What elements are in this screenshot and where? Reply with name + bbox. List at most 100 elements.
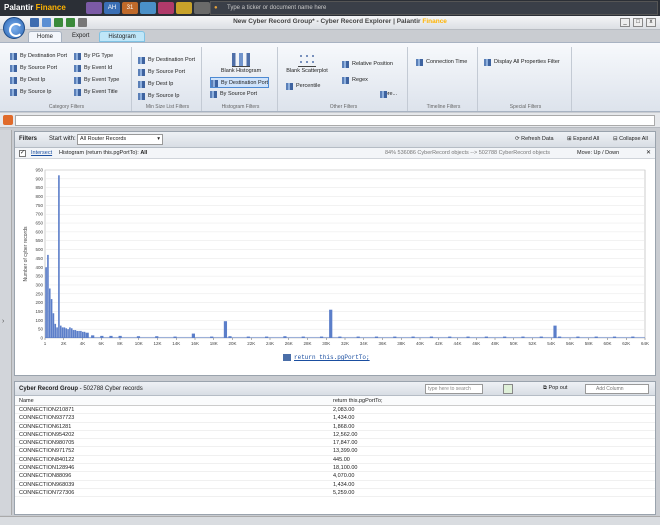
ribbon-tabs: Home Export Histogram bbox=[28, 31, 145, 42]
grid-rows: CONNECTION210871 2,083.00 CONNECTION937723… bbox=[15, 406, 655, 498]
collapse-all-button[interactable]: ⊟ Collapse All bbox=[613, 136, 648, 142]
blank-scatterplot-button[interactable]: Blank Scatterplot bbox=[284, 53, 330, 75]
table-row[interactable]: CONNECTION61281 1,868.00 bbox=[15, 423, 655, 431]
x-tick-label: 20K bbox=[228, 341, 236, 346]
histogram-bar bbox=[74, 330, 77, 338]
more-filters-button[interactable]: More... bbox=[380, 89, 397, 100]
table-row[interactable]: CONNECTION954202 12,562.00 bbox=[15, 431, 655, 440]
y-tick-label: 800 bbox=[35, 194, 43, 199]
close-button[interactable]: x bbox=[646, 18, 656, 27]
app-icon[interactable] bbox=[158, 2, 174, 14]
grid-subtitle: - 502788 Cyber records bbox=[78, 386, 143, 392]
connection-time-button[interactable]: Connection Time bbox=[416, 57, 467, 68]
app-icon[interactable]: AH bbox=[104, 2, 120, 14]
ribbon: By Destination Port By Source Port By De… bbox=[0, 42, 660, 112]
table-row[interactable]: CONNECTION840122 445.00 bbox=[15, 456, 655, 465]
table-row[interactable]: CONNECTION971752 13,399.00 bbox=[15, 447, 655, 456]
window-title: New Cyber Record Group* - Cyber Record E… bbox=[210, 18, 470, 25]
display-all-properties-filter-button[interactable]: Display All Properties Filter bbox=[484, 57, 560, 68]
regex-button[interactable]: Regex bbox=[342, 75, 368, 86]
category-by-event-title[interactable]: By Event Title bbox=[74, 87, 118, 98]
left-collapse-strip[interactable]: › bbox=[0, 130, 12, 515]
collapse-all-label: Collapse All bbox=[619, 136, 648, 142]
y-tick-label: 950 bbox=[35, 168, 43, 173]
ticker-search-placeholder: Type a ticker or document name here bbox=[227, 5, 327, 11]
intersect-link[interactable]: Intersect bbox=[31, 150, 52, 156]
category-by-event-type[interactable]: By Event Type bbox=[74, 75, 119, 86]
x-tick-label: 64K bbox=[641, 341, 649, 346]
histogram-bar bbox=[67, 329, 69, 338]
app-icon[interactable] bbox=[140, 2, 156, 14]
minsize-by-dest-ip[interactable]: By Dest Ip bbox=[138, 79, 173, 90]
table-row[interactable]: CONNECTION88096 4,070.00 bbox=[15, 472, 655, 481]
save-icon[interactable] bbox=[30, 18, 39, 27]
grid-search-input[interactable]: type here to search bbox=[425, 384, 483, 394]
table-row[interactable]: CONNECTION937723 1,434.00 bbox=[15, 414, 655, 423]
category-by-source-port[interactable]: By Source Port bbox=[10, 63, 57, 74]
category-by-dest-ip[interactable]: By Dest Ip bbox=[10, 75, 45, 86]
timeline-filters-label: Timeline Filters bbox=[426, 104, 461, 110]
histogram-by-destination-port[interactable]: By Destination Port bbox=[210, 77, 270, 88]
pop-out-button[interactable]: ⧉ Pop out bbox=[543, 385, 567, 392]
minsize-by-source-port[interactable]: By Source Port bbox=[138, 67, 185, 78]
tab-export[interactable]: Export bbox=[64, 31, 97, 42]
x-axis-return-link[interactable]: return this.pgPortTo; bbox=[283, 354, 370, 361]
ticker-search-input[interactable]: ● Type a ticker or document name here bbox=[210, 1, 658, 15]
app-launcher: AH 31 bbox=[86, 2, 210, 14]
tab-histogram[interactable]: Histogram bbox=[99, 31, 145, 42]
column-port-to[interactable]: return this.pgPortTo; bbox=[333, 398, 383, 404]
app-icon[interactable] bbox=[194, 2, 210, 14]
add-column-input[interactable]: Add Column bbox=[585, 384, 649, 394]
address-input[interactable] bbox=[15, 115, 655, 126]
expand-all-button[interactable]: ⊞ Expand All bbox=[567, 136, 599, 142]
table-row[interactable]: CONNECTION727306 5,259.00 bbox=[15, 489, 655, 498]
move-controls[interactable]: Move: Up / Down bbox=[577, 150, 619, 156]
histogram-baseline-bars bbox=[45, 336, 645, 338]
category-by-event-id[interactable]: By Event Id bbox=[74, 63, 112, 74]
application-menu-button[interactable] bbox=[3, 17, 25, 39]
x-tick-label: 40K bbox=[416, 341, 424, 346]
percentile-button[interactable]: Percentile bbox=[286, 81, 320, 92]
table-row[interactable]: CONNECTION968039 1,434.00 bbox=[15, 481, 655, 489]
cell-port-to: 12,562.00 bbox=[333, 431, 358, 438]
table-row[interactable]: CONNECTION980705 17,847.00 bbox=[15, 439, 655, 448]
cyber-record-grid: Cyber Record Group - 502788 Cyber record… bbox=[14, 381, 656, 515]
expand-arrow-icon[interactable]: › bbox=[2, 318, 4, 325]
cell-port-to: 5,259.00 bbox=[333, 489, 355, 496]
minsize-by-destination-port[interactable]: By Destination Port bbox=[138, 55, 195, 66]
category-by-destination-port[interactable]: By Destination Port bbox=[10, 51, 67, 62]
table-row[interactable]: CONNECTION128946 18,100.00 bbox=[15, 464, 655, 473]
cell-port-to: 1,434.00 bbox=[333, 415, 355, 422]
minsize-by-source-ip[interactable]: By Source Ip bbox=[138, 91, 180, 102]
tab-home[interactable]: Home bbox=[28, 31, 63, 42]
app-icon[interactable] bbox=[176, 2, 192, 14]
start-with-select[interactable]: All Router Records bbox=[77, 134, 163, 145]
remove-filter-icon[interactable]: ✕ bbox=[646, 149, 651, 156]
new-icon[interactable] bbox=[42, 18, 51, 27]
record-icon bbox=[3, 115, 13, 125]
histogram-desc-text: Histogram (return this.pgPortTo): bbox=[59, 150, 139, 156]
app-icon[interactable]: 31 bbox=[122, 2, 138, 14]
minimize-button[interactable]: _ bbox=[620, 18, 630, 27]
top-bar: Palantir Finance AH 31 ● Type a ticker or… bbox=[0, 0, 660, 16]
table-row[interactable]: CONNECTION210871 2,083.00 bbox=[15, 406, 655, 415]
category-by-pg-type[interactable]: By PG Type bbox=[74, 51, 113, 62]
histogram-by-source-port[interactable]: By Source Port bbox=[210, 89, 257, 100]
x-tick-label: 28K bbox=[303, 341, 311, 346]
x-tick-label: 8K bbox=[117, 341, 123, 346]
blank-histogram-button[interactable]: Blank Histogram bbox=[218, 53, 264, 75]
y-tick-label: 300 bbox=[35, 282, 43, 287]
column-name[interactable]: Name bbox=[19, 398, 34, 404]
refresh-data-button[interactable]: ⟳ Refresh Data bbox=[515, 136, 554, 142]
forward-icon[interactable] bbox=[66, 18, 75, 27]
dropdown-icon[interactable] bbox=[78, 18, 87, 27]
category-by-source-ip[interactable]: By Source Ip bbox=[10, 87, 52, 98]
palantir-logo: Palantir Finance bbox=[4, 2, 66, 14]
filter-enabled-checkbox[interactable]: ✓ bbox=[19, 150, 26, 157]
grid-filter-icon[interactable] bbox=[503, 384, 513, 394]
y-tick-label: 850 bbox=[35, 185, 43, 190]
app-icon[interactable] bbox=[86, 2, 102, 14]
back-icon[interactable] bbox=[54, 18, 63, 27]
relative-position-button[interactable]: Relative Position bbox=[342, 59, 393, 70]
maximize-button[interactable]: □ bbox=[633, 18, 643, 27]
